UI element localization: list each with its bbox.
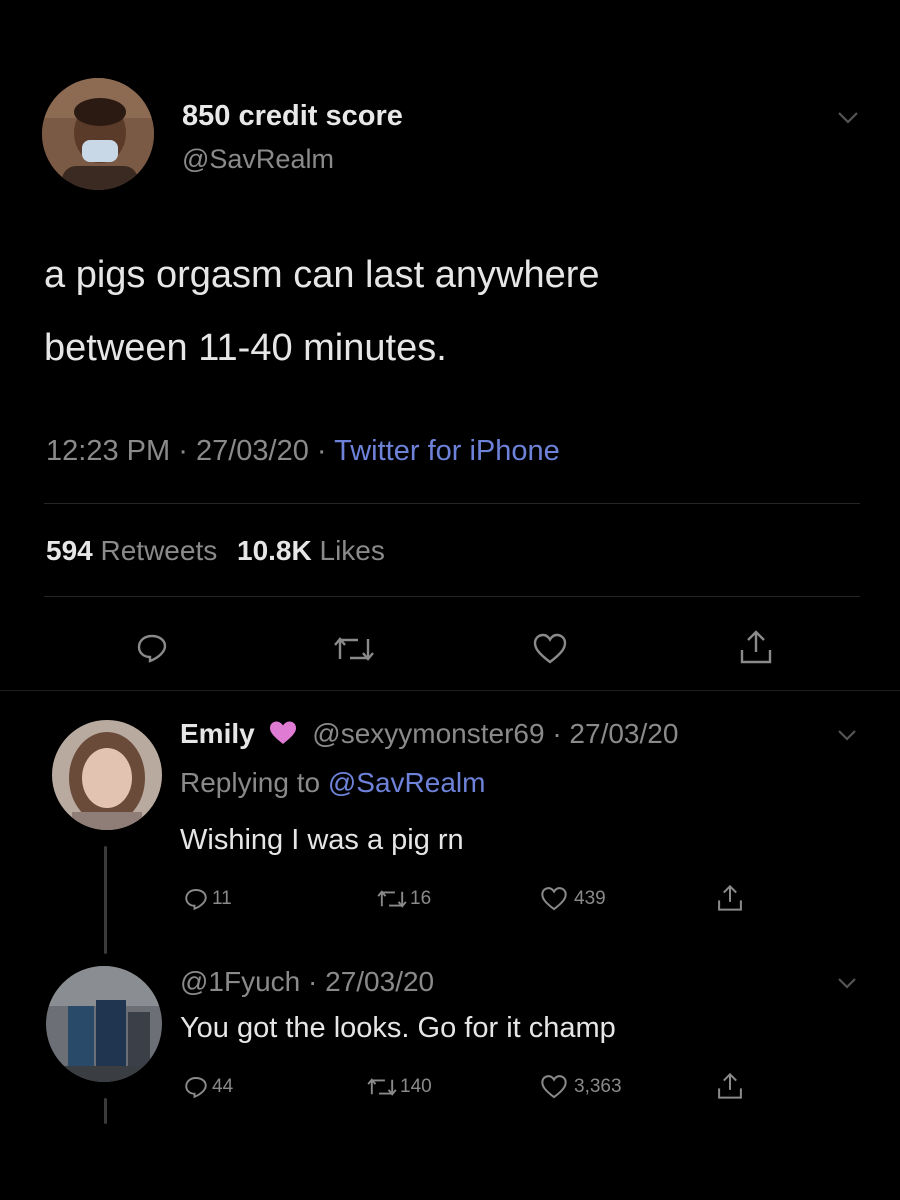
reply-text: Wishing I was a pig rn [180,824,464,856]
reply-display-name[interactable]: Emily [180,718,255,749]
likes-label[interactable]: Likes [320,535,385,566]
reply-icon[interactable] [184,887,208,911]
handle[interactable]: @SavRealm [182,144,334,175]
retweet-icon[interactable] [332,635,376,663]
like-icon[interactable] [532,633,568,665]
reply-text: You got the looks. Go for it champ [180,1012,616,1044]
share-icon[interactable] [716,883,744,913]
retweet-count: 16 [410,888,432,909]
meta-separator: · [178,435,188,467]
reply-icon[interactable] [184,1075,208,1099]
thread-line [104,1098,107,1124]
retweet-icon[interactable] [366,1076,398,1098]
share-icon[interactable] [716,1071,744,1101]
replying-to-label: Replying to [180,767,321,798]
replying-to: Replying to @SavRealm [180,767,485,799]
tweet-meta: 12:23 PM · 27/03/20 · Twitter for iPhone [46,435,560,468]
chevron-down-icon[interactable] [836,110,860,126]
divider [44,596,860,597]
retweets-label[interactable]: Retweets [101,535,218,566]
meta-separator: · [316,435,327,467]
reply-icon[interactable] [136,633,168,663]
reply-count: 44 [212,1076,234,1097]
avatar-1fyuch[interactable] [46,966,162,1082]
reply-handle-date[interactable]: @1Fyuch · 27/03/20 [180,966,434,998]
avatar-emily[interactable] [52,720,162,830]
divider [0,690,900,691]
retweet-icon[interactable] [376,888,408,910]
share-icon[interactable] [738,628,774,666]
purple-heart-icon [270,721,297,744]
like-count: 3,363 [574,1076,622,1097]
reply-header: Emily @sexyymonster69 · 27/03/20 [180,718,678,750]
likes-count[interactable]: 10.8K [237,535,312,566]
like-icon[interactable] [540,1074,568,1100]
chevron-down-icon[interactable] [836,976,858,990]
like-icon[interactable] [540,886,568,912]
thread-line [104,846,107,954]
avatar-main[interactable] [42,78,154,190]
tweet-text-line1: a pigs orgasm can last anywhere [44,254,600,296]
divider [44,503,860,504]
tweet-source-link[interactable]: Twitter for iPhone [334,435,560,467]
replying-to-handle[interactable]: @SavRealm [328,767,486,798]
like-count: 439 [574,888,606,909]
retweet-count: 140 [400,1076,432,1097]
retweets-count[interactable]: 594 [46,535,93,566]
display-name[interactable]: 850 credit score [182,100,403,133]
reply-handle-date[interactable]: @sexyymonster69 · 27/03/20 [312,718,678,749]
tweet-date: 27/03/20 [195,435,309,467]
reply-count: 11 [212,888,232,909]
chevron-down-icon[interactable] [836,728,858,742]
tweet-time: 12:23 PM [46,435,171,467]
tweet-text-line2: between 11-40 minutes. [44,327,447,369]
engagement-stats: 594 Retweets 10.8K Likes [46,535,385,567]
